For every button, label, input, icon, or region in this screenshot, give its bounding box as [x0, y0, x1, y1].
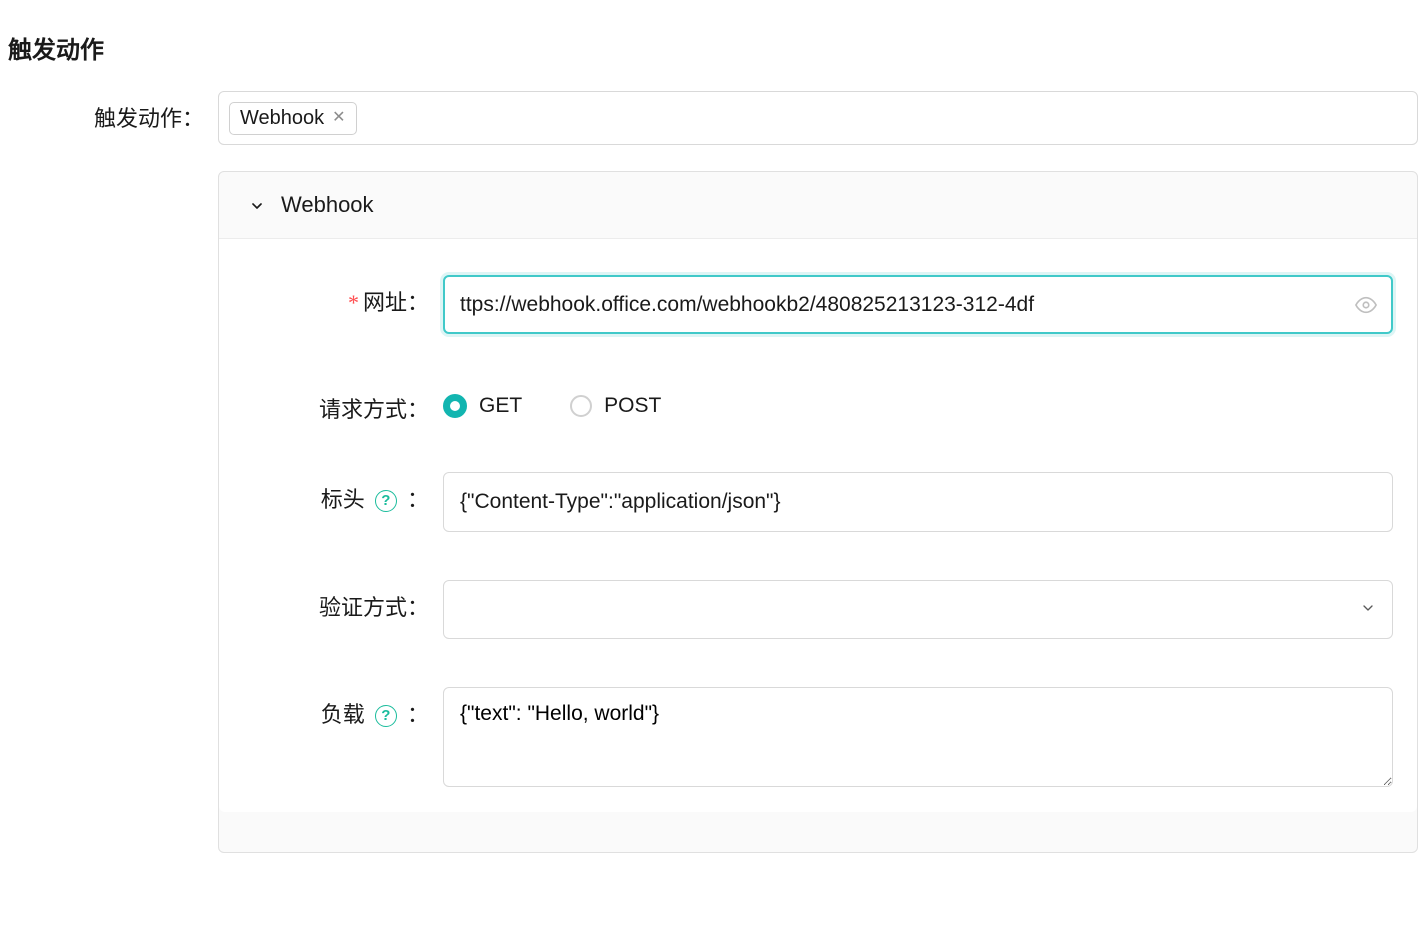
eye-icon[interactable]: [1355, 294, 1377, 316]
trigger-action-label: 触发动作：: [0, 91, 218, 133]
trigger-action-row: 触发动作： Webhook ✕: [0, 91, 1426, 145]
method-radio-group: GET POST: [443, 382, 661, 418]
url-input[interactable]: [443, 275, 1393, 334]
trigger-action-select[interactable]: Webhook ✕: [218, 91, 1418, 145]
page-title: 触发动作: [0, 20, 1426, 91]
payload-row: 负载 ? ：: [243, 687, 1393, 792]
headers-label: 标头 ? ：: [243, 472, 443, 514]
tag-label: Webhook: [240, 107, 324, 130]
chevron-down-icon: [1360, 595, 1376, 624]
auth-select-wrap: [443, 580, 1393, 639]
trigger-action-tag: Webhook ✕: [229, 102, 357, 135]
payload-textarea-wrap: [443, 687, 1393, 792]
method-label: 请求方式：: [243, 382, 443, 424]
method-row: 请求方式： GET POST: [243, 382, 1393, 424]
radio-checked-icon: [443, 394, 467, 418]
webhook-panel: Webhook *网址： 请求方式： GET: [218, 171, 1418, 853]
payload-textarea[interactable]: [443, 687, 1393, 787]
radio-label-post: POST: [604, 394, 661, 418]
help-icon[interactable]: ?: [375, 490, 397, 512]
close-icon[interactable]: ✕: [332, 110, 345, 126]
headers-input-wrap: [443, 472, 1393, 531]
radio-label-get: GET: [479, 394, 522, 418]
url-input-wrap: [443, 275, 1393, 334]
url-row: *网址：: [243, 275, 1393, 334]
payload-label: 负载 ? ：: [243, 687, 443, 729]
auth-label: 验证方式：: [243, 580, 443, 622]
auth-select[interactable]: [443, 580, 1393, 639]
url-label: *网址：: [243, 275, 443, 317]
auth-row: 验证方式：: [243, 580, 1393, 639]
panel-title: Webhook: [281, 192, 374, 218]
chevron-down-icon: [249, 198, 263, 212]
method-radio-post[interactable]: POST: [570, 394, 661, 418]
required-mark: *: [348, 290, 359, 315]
headers-row: 标头 ? ：: [243, 472, 1393, 531]
headers-input[interactable]: [443, 472, 1393, 531]
panel-body: *网址： 请求方式： GET POST: [219, 239, 1417, 812]
panel-header[interactable]: Webhook: [219, 172, 1417, 239]
radio-unchecked-icon: [570, 395, 592, 417]
help-icon[interactable]: ?: [375, 705, 397, 727]
method-radio-get[interactable]: GET: [443, 394, 522, 418]
